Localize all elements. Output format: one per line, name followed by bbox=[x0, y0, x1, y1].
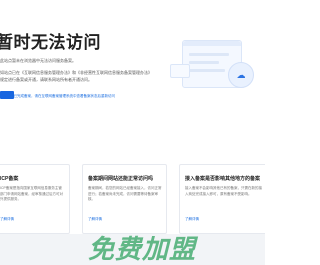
page: 暂时无法访问 此站点暂未在浏览器中无法访问服务备案。 如站点已在《互联网信息服务… bbox=[0, 0, 265, 265]
card-link[interactable]: 了解详情 bbox=[185, 217, 199, 222]
info-card-icp: ICP备案 ICP备案是指向国家互联网信息服务主管部门申请网站备案，经审核通过后… bbox=[0, 164, 70, 234]
page-title: 暂时无法访问 bbox=[0, 33, 101, 52]
card-text: 接入备案不会影响其他已有的备案，只需在新的接入商处完成接入即可，原有备案不受影响… bbox=[185, 186, 262, 196]
hero-description-1: 此站点暂未在浏览器中无法访问服务备案。 bbox=[0, 58, 76, 63]
illustration: ☁ bbox=[168, 24, 263, 114]
info-card-access: 备案期间网站还能正常访问吗 备案期间，若您的网站已经备案接入，访问正常进行；若备… bbox=[82, 164, 167, 234]
card-link[interactable]: 了解详情 bbox=[88, 217, 102, 222]
hero-section: 暂时无法访问 此站点暂未在浏览器中无法访问服务备案。 如站点已在《互联网信息服务… bbox=[0, 0, 265, 145]
hero-note-link[interactable]: 如已完成备案，请在互联网备案管理系统中查看备案状态后重新访问 bbox=[10, 94, 115, 99]
cloud-icon: ☁ bbox=[228, 62, 254, 88]
watermark-text: 免费加盟 bbox=[88, 234, 197, 264]
card-text: 备案期间，若您的网站已经备案接入，访问正常进行；若备案尚未完成，访问需要等待备案… bbox=[88, 186, 162, 201]
card-title: ICP备案 bbox=[0, 176, 19, 182]
card-text: ICP备案是指向国家互联网信息服务主管部门申请网站备案，经审核通过后方可对外提供… bbox=[0, 186, 63, 201]
card-title: 备案期间网站还能正常访问吗 bbox=[88, 176, 154, 182]
small-window-icon bbox=[170, 64, 190, 78]
hero-description-2: 如站点已在《互联网信息服务管理办法》和《非经营性互联网信息服务备案管理办法》 bbox=[0, 70, 152, 75]
hero-description-3: 规定进行备案或开通，请联系网站所有者开通访问。 bbox=[0, 77, 92, 82]
info-card-other: 接入备案是否影响其他地方的备案 接入备案不会影响其他已有的备案，只需在新的接入商… bbox=[179, 164, 265, 234]
card-title: 接入备案是否影响其他地方的备案 bbox=[185, 176, 261, 182]
card-link[interactable]: 了解详情 bbox=[0, 217, 14, 222]
